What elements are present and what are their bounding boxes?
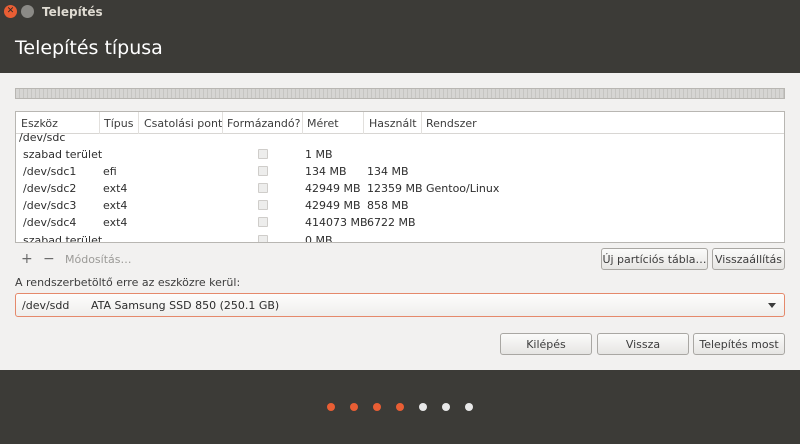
page-title: Telepítés típusa <box>15 37 163 59</box>
page-header: Telepítés típusa <box>0 24 800 73</box>
chevron-down-icon <box>768 303 776 308</box>
close-icon: ✕ <box>6 6 15 16</box>
cell-used: 6722 MB <box>367 216 416 229</box>
progress-dot <box>465 403 473 411</box>
back-button[interactable]: Vissza <box>597 333 689 355</box>
cell-used: 858 MB <box>367 199 409 212</box>
bootloader-device: /dev/sdd <box>22 299 70 312</box>
cell-device: /dev/sdc3 <box>23 199 77 212</box>
cell-type: ext4 <box>103 216 128 229</box>
change-partition-button[interactable]: Módosítás… <box>65 253 132 266</box>
partition-bar <box>15 88 785 99</box>
format-checkbox[interactable] <box>258 200 268 210</box>
cell-device: /dev/sdc <box>19 131 66 144</box>
revert-button[interactable]: Visszaállítás <box>712 248 785 270</box>
table-row[interactable]: /dev/sdc2 ext4 42949 MB 12359 MB Gentoo/… <box>16 180 784 197</box>
cell-device: /dev/sdc4 <box>23 216 77 229</box>
cell-type: efi <box>103 165 117 178</box>
main-content: Eszköz Típus Csatolási pont Formázandó? … <box>0 73 800 370</box>
cell-system: Gentoo/Linux <box>426 182 500 195</box>
footer <box>0 370 800 444</box>
table-row[interactable]: szabad terület 0 MB <box>16 232 784 243</box>
progress-dot <box>350 403 358 411</box>
install-now-button[interactable]: Telepítés most <box>693 333 785 355</box>
cell-used: 134 MB <box>367 165 409 178</box>
cell-size: 42949 MB <box>305 199 361 212</box>
format-checkbox[interactable] <box>258 235 268 242</box>
table-row[interactable]: /dev/sdc <box>16 129 784 146</box>
progress-dot <box>396 403 404 411</box>
add-partition-button[interactable]: + <box>21 251 33 267</box>
cell-device: szabad terület <box>23 148 103 161</box>
cell-size: 134 MB <box>305 165 347 178</box>
partition-toolbar: + − Módosítás… <box>15 249 595 269</box>
close-window-button[interactable]: ✕ <box>4 5 17 18</box>
bootloader-label: A rendszerbetöltő erre az eszközre kerül… <box>15 276 241 289</box>
cell-type: ext4 <box>103 182 128 195</box>
minimize-window-button[interactable] <box>21 5 34 18</box>
bootloader-device-select[interactable]: /dev/sdd ATA Samsung SSD 850 (250.1 GB) <box>15 293 785 317</box>
cell-device: /dev/sdc2 <box>23 182 77 195</box>
cell-device: szabad terület <box>23 234 103 243</box>
new-partition-table-button[interactable]: Új partíciós tábla… <box>601 248 708 270</box>
cell-type: ext4 <box>103 199 128 212</box>
cell-device: /dev/sdc1 <box>23 165 77 178</box>
partition-table: Eszköz Típus Csatolási pont Formázandó? … <box>15 111 785 243</box>
progress-dot <box>327 403 335 411</box>
cell-used: 12359 MB <box>367 182 423 195</box>
cell-size: 1 MB <box>305 148 333 161</box>
progress-dot <box>442 403 450 411</box>
table-row[interactable]: /dev/sdc3 ext4 42949 MB 858 MB <box>16 197 784 214</box>
progress-dot <box>419 403 427 411</box>
cell-size: 0 MB <box>305 234 333 243</box>
window-titlebar: ✕ Telepítés <box>0 0 800 24</box>
window-title: Telepítés <box>42 5 103 19</box>
format-checkbox[interactable] <box>258 149 268 159</box>
table-row[interactable]: /dev/sdc4 ext4 414073 MB 6722 MB <box>16 214 784 231</box>
quit-button[interactable]: Kilépés <box>500 333 592 355</box>
table-row[interactable]: szabad terület 1 MB <box>16 146 784 163</box>
format-checkbox[interactable] <box>258 166 268 176</box>
table-row[interactable]: /dev/sdc1 efi 134 MB 134 MB <box>16 163 784 180</box>
bootloader-device-name: ATA Samsung SSD 850 (250.1 GB) <box>91 299 280 312</box>
cell-size: 414073 MB <box>305 216 368 229</box>
format-checkbox[interactable] <box>258 217 268 227</box>
progress-dot <box>373 403 381 411</box>
remove-partition-button[interactable]: − <box>43 251 55 267</box>
cell-size: 42949 MB <box>305 182 361 195</box>
format-checkbox[interactable] <box>258 183 268 193</box>
